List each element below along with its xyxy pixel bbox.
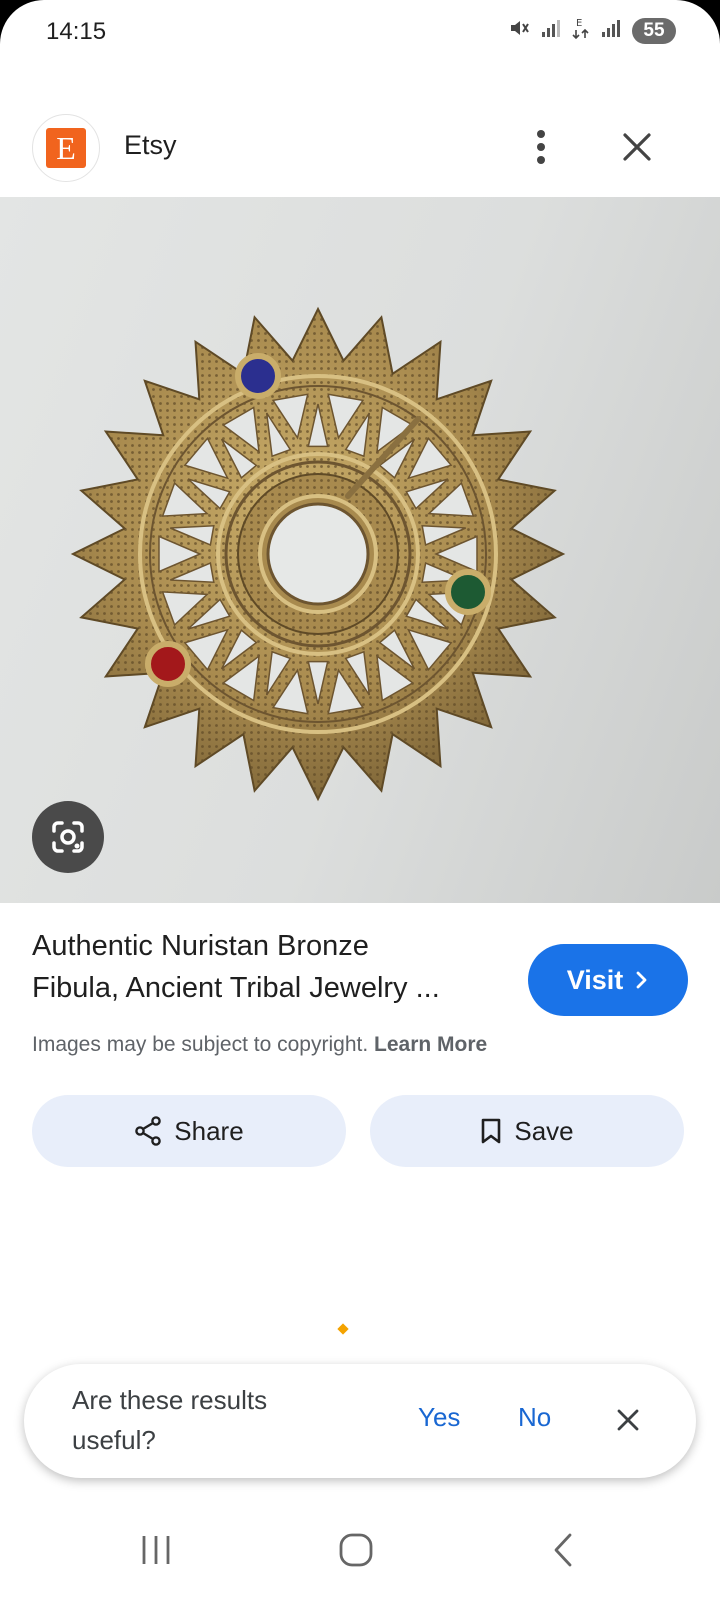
back-icon [554,1533,572,1567]
close-button[interactable] [614,124,660,170]
result-title-line-2: Fibula, Ancient Tribal Jewelry ... [32,972,440,1004]
site-logo[interactable]: E [32,114,100,182]
save-button[interactable]: Save [370,1095,684,1167]
feedback-card: Are these results useful? Yes No [24,1364,696,1478]
site-name[interactable]: Etsy [124,130,177,161]
feedback-yes-button[interactable]: Yes [418,1402,460,1433]
status-bar: 14:15 E 55 [0,0,720,64]
result-title[interactable]: Authentic Nuristan Bronze Fibula, Ancien… [32,925,502,1009]
more-options-button[interactable] [526,122,556,172]
home-icon [339,1533,373,1567]
loading-indicator [337,1323,349,1335]
copyright-text: Images may be subject to copyright. [32,1033,369,1056]
visit-button[interactable]: Visit [528,944,688,1016]
etsy-logo-letter: E [46,128,86,168]
battery-indicator: 55 [632,17,676,44]
source-header: E Etsy [0,104,720,196]
system-nav-bar [0,1500,720,1600]
home-button[interactable] [338,1532,374,1573]
share-icon [135,1116,162,1146]
back-button[interactable] [546,1532,582,1573]
share-label: Share [174,1115,244,1146]
chevron-right-icon [636,971,647,989]
learn-more-link[interactable]: Learn More [374,1033,487,1056]
close-icon [617,1409,639,1431]
data-e-icon: E [572,16,590,45]
feedback-close-button[interactable] [610,1402,646,1438]
signal-icon [540,17,562,44]
copyright-notice: Images may be subject to copyright. Lear… [32,1033,487,1057]
feedback-question: Are these results useful? [72,1385,268,1455]
share-button[interactable]: Share [32,1095,346,1167]
svg-text:E: E [576,18,582,29]
result-image[interactable] [0,197,720,903]
screen: 14:15 E 55 E Etsy Authentic Nuristan Bro… [0,0,720,1600]
more-vert-icon [537,130,545,164]
status-icons: E 55 [508,16,676,45]
save-label: Save [514,1115,574,1146]
visit-label: Visit [566,964,624,995]
close-icon [623,133,651,161]
feedback-no-button[interactable]: No [518,1402,551,1433]
signal-icon-2 [600,17,622,44]
mute-vibrate-icon [508,17,530,44]
lens-icon [52,821,84,853]
status-time: 14:15 [46,18,107,45]
google-lens-button[interactable] [32,801,104,873]
bronze-fibula-image [70,306,566,802]
result-title-line-1: Authentic Nuristan Bronze [32,930,369,962]
recents-button[interactable] [138,1532,174,1573]
recents-icon [142,1536,170,1564]
bookmark-icon [482,1118,501,1144]
